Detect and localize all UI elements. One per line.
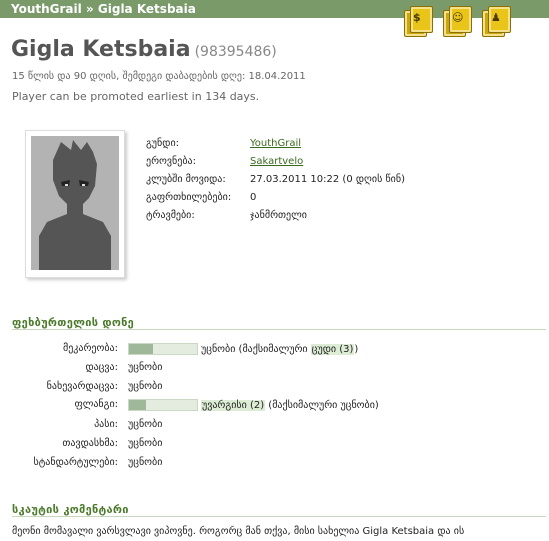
skill-label: პასი: — [94, 419, 118, 430]
skill-text-after: (მაქსიმალური უცნობი) — [265, 400, 379, 411]
skill-value: უცნობი — [128, 419, 163, 430]
team-label: გუნდი: — [146, 138, 179, 149]
skill-label: მეკარეობა: — [62, 343, 118, 354]
skill-value: უცნობი — [128, 362, 163, 373]
player-card-icon[interactable]: ♟ — [482, 6, 511, 37]
skill-bar-fill — [129, 400, 146, 410]
skill-label: დაცვა: — [85, 362, 118, 373]
skill-value: უცნობი — [128, 438, 163, 449]
nationality-link[interactable]: Sakartvelo — [250, 156, 303, 167]
team-link[interactable]: YouthGrail — [250, 138, 301, 149]
scout-section-title: სკაუტის კომენტარი — [12, 503, 129, 516]
scout-comment: მეონი მომავალი ვარსვლავი ვიპოვნე. როგორც… — [12, 526, 465, 537]
skill-label: ნახევარდაცვა: — [46, 381, 118, 392]
skill-value: უვარგისი (2) (მაქსიმალური უცნობი) — [128, 399, 379, 411]
joined-value: 27.03.2011 10:22 (0 დღის წინ) — [250, 174, 405, 185]
skill-bar-fill — [129, 344, 153, 354]
skill-label: სტანდარტულები: — [33, 457, 119, 468]
warnings-label: გაფრთხილებები: — [146, 192, 232, 203]
divider — [12, 516, 546, 517]
skills-section-title: ფეხბურთელის დონე — [12, 316, 135, 329]
nationality-label: ეროვნება: — [146, 156, 196, 167]
page-title: Gigla Ketsbaia (98395486) — [11, 37, 277, 62]
skill-text-after: ) — [354, 344, 359, 355]
divider — [12, 329, 546, 330]
warnings-value: 0 — [250, 192, 257, 203]
skill-bar — [128, 343, 198, 355]
age-line: 15 წლის და 90 დღის, შემდეგი დაბადების დღ… — [12, 71, 306, 82]
youth-player-icon[interactable]: $ — [404, 6, 433, 37]
breadcrumb: YouthGrail » Gigla Ketsbaia — [11, 2, 196, 16]
skill-label: თავდასხმა: — [62, 438, 118, 449]
toolbar-icons: $ ☺ ♟ — [404, 6, 511, 37]
promotion-line: Player can be promoted earliest in 134 d… — [12, 90, 260, 103]
skill-text: უცნობი (მაქსიმალური — [201, 344, 311, 355]
player-name: Gigla Ketsbaia — [11, 37, 191, 62]
skill-label: ფლანგი: — [74, 399, 118, 410]
skill-bar — [128, 399, 198, 411]
joined-label: კლუბში მოვიდა: — [146, 174, 226, 185]
player-id: (98395486) — [194, 44, 277, 60]
skill-highlight: უვარგისი (2) — [201, 400, 266, 411]
skill-value: უცნობი — [128, 381, 163, 392]
breadcrumb-team-link[interactable]: YouthGrail — [11, 2, 82, 16]
skill-value: უცნობი — [128, 457, 163, 468]
silhouette-icon — [31, 136, 119, 270]
skill-value: უცნობი (მაქსიმალური ცუდი (3)) — [128, 343, 358, 355]
breadcrumb-separator: » — [85, 2, 94, 16]
injuries-label: ტრავმები: — [146, 210, 195, 221]
skill-highlight: ცუდი (3) — [310, 344, 355, 355]
print-icon[interactable]: ☺ — [443, 6, 472, 37]
breadcrumb-player: Gigla Ketsbaia — [97, 2, 196, 16]
injuries-value: ჯანმრთელი — [250, 210, 307, 221]
player-avatar — [25, 130, 125, 278]
